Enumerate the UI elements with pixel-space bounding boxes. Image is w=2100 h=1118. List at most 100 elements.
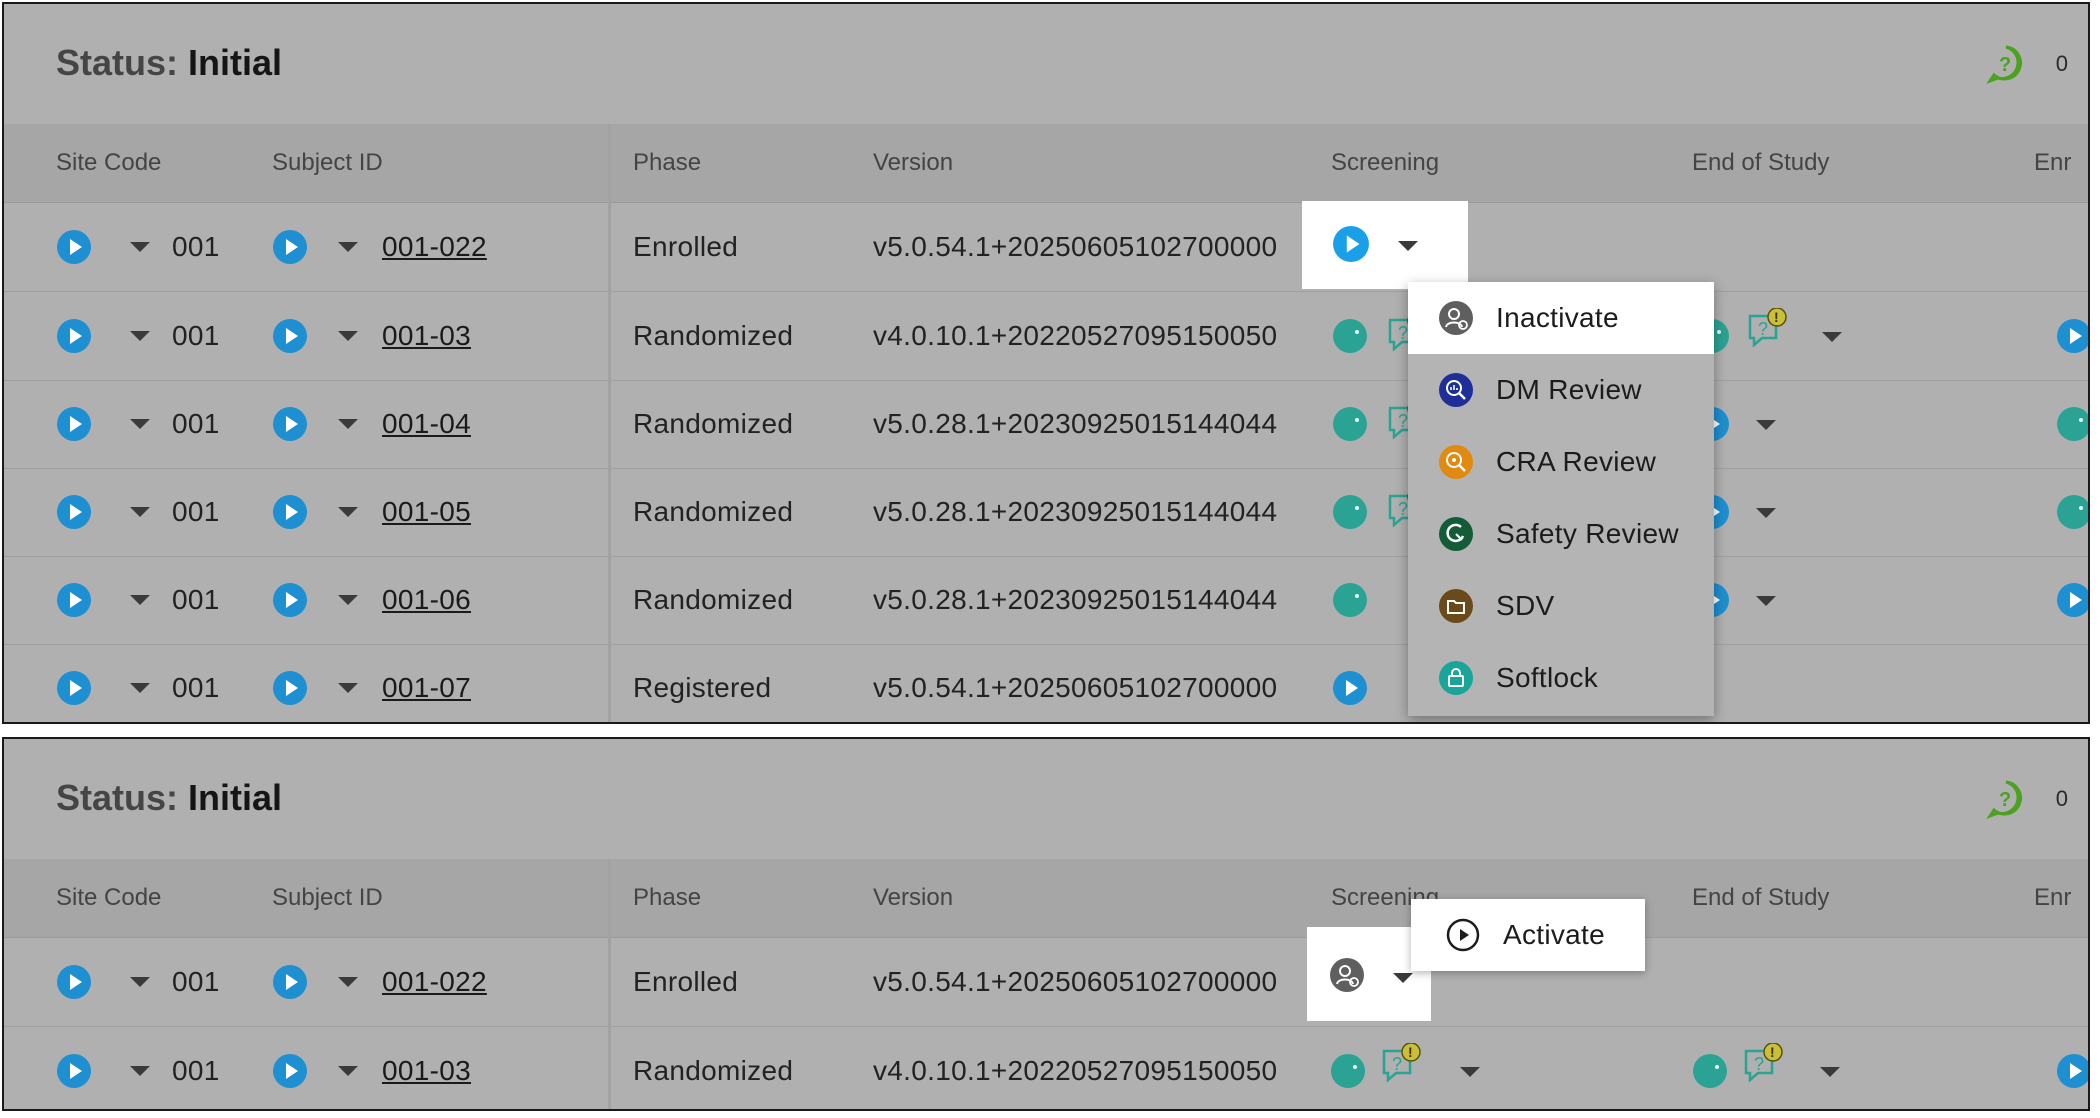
play-icon[interactable] (1332, 670, 1368, 706)
column-screening[interactable]: Screening (1331, 124, 1439, 202)
column-enrolled[interactable]: Enr (2034, 124, 2071, 202)
menu-item-safety-review[interactable]: Safety Review (1408, 498, 1714, 570)
subject-id-link[interactable]: 001-07 (382, 644, 471, 722)
play-icon[interactable] (2056, 582, 2090, 618)
subject-id-link[interactable]: 001-04 (382, 380, 471, 468)
chevron-down-icon[interactable] (130, 977, 150, 987)
moon-status-icon[interactable] (1332, 494, 1368, 530)
chevron-down-icon[interactable] (1756, 508, 1776, 518)
column-version[interactable]: Version (873, 859, 953, 937)
column-end-of-study[interactable]: End of Study (1692, 859, 1829, 937)
comment-question-icon[interactable]: ? (1985, 779, 2026, 819)
query-warning-icon[interactable] (1744, 308, 1788, 352)
play-icon[interactable] (272, 229, 308, 265)
subject-action[interactable] (272, 380, 358, 468)
play-icon[interactable] (272, 494, 308, 530)
subject-action[interactable] (272, 644, 358, 724)
moon-status-icon[interactable] (1332, 318, 1368, 354)
subject-action[interactable] (272, 1027, 358, 1111)
subject-action[interactable] (272, 203, 358, 291)
menu-item-dm-review[interactable]: DM Review (1408, 354, 1714, 426)
moon-status-icon[interactable] (2056, 406, 2090, 442)
inactive-user-icon[interactable] (1329, 957, 1365, 993)
chevron-down-icon[interactable] (130, 1066, 150, 1076)
site-action[interactable] (56, 938, 150, 1026)
subject-action[interactable] (272, 938, 358, 1026)
chevron-down-icon[interactable] (130, 242, 150, 252)
comment-question-icon[interactable]: ? (1985, 44, 2026, 84)
chevron-down-icon[interactable] (1393, 973, 1413, 983)
play-icon[interactable] (56, 964, 92, 1000)
subject-action[interactable] (272, 468, 358, 556)
moon-status-icon[interactable] (1330, 1053, 1366, 1089)
column-site-code[interactable]: Site Code (56, 124, 161, 202)
play-icon[interactable] (56, 229, 92, 265)
chevron-down-icon[interactable] (338, 419, 358, 429)
column-phase[interactable]: Phase (633, 859, 701, 937)
site-action[interactable] (56, 1027, 150, 1111)
chevron-down-icon[interactable] (1460, 1067, 1480, 1077)
column-site-code[interactable]: Site Code (56, 859, 161, 937)
query-warning-icon[interactable] (1378, 1043, 1422, 1087)
moon-status-icon[interactable] (1332, 406, 1368, 442)
play-icon[interactable] (2056, 1053, 2090, 1089)
chevron-down-icon[interactable] (1822, 332, 1842, 342)
subject-action[interactable] (272, 292, 358, 380)
chevron-down-icon[interactable] (1756, 420, 1776, 430)
moon-status-icon[interactable] (1692, 1053, 1728, 1089)
column-enrolled[interactable]: Enr (2034, 859, 2071, 937)
site-action[interactable] (56, 292, 150, 380)
play-icon[interactable] (272, 582, 308, 618)
subject-action[interactable] (272, 556, 358, 644)
moon-status-icon[interactable] (1332, 582, 1368, 618)
site-action[interactable] (56, 468, 150, 556)
chevron-down-icon[interactable] (338, 683, 358, 693)
chevron-down-icon[interactable] (338, 977, 358, 987)
play-icon[interactable] (272, 318, 308, 354)
play-icon[interactable] (56, 670, 92, 706)
chevron-down-icon[interactable] (1398, 241, 1418, 251)
chevron-down-icon[interactable] (1820, 1067, 1840, 1077)
chevron-down-icon[interactable] (130, 419, 150, 429)
subject-id-link[interactable]: 001-05 (382, 468, 471, 556)
menu-item-sdv[interactable]: SDV (1408, 570, 1714, 642)
comment-indicator[interactable]: ? 0 (1985, 44, 2068, 84)
subject-id-link[interactable]: 001-03 (382, 1027, 471, 1109)
menu-item-inactivate[interactable]: Inactivate (1408, 282, 1714, 354)
chevron-down-icon[interactable] (130, 507, 150, 517)
chevron-down-icon[interactable] (338, 1066, 358, 1076)
menu-item-softlock[interactable]: Softlock (1408, 642, 1714, 714)
column-version[interactable]: Version (873, 124, 953, 202)
play-icon[interactable] (56, 1053, 92, 1089)
play-icon[interactable] (56, 318, 92, 354)
column-phase[interactable]: Phase (633, 124, 701, 202)
site-action[interactable] (56, 203, 150, 291)
play-icon[interactable] (272, 406, 308, 442)
play-icon[interactable] (272, 670, 308, 706)
play-icon[interactable] (2056, 318, 2090, 354)
query-warning-icon[interactable] (1740, 1043, 1784, 1087)
subject-id-link[interactable]: 001-022 (382, 938, 487, 1026)
chevron-down-icon[interactable] (130, 683, 150, 693)
menu-item-cra-review[interactable]: CRA Review (1408, 426, 1714, 498)
column-subject-id[interactable]: Subject ID (272, 124, 383, 202)
play-icon[interactable] (1332, 225, 1370, 263)
site-action[interactable] (56, 644, 150, 724)
moon-status-icon[interactable] (2056, 494, 2090, 530)
chevron-down-icon[interactable] (338, 507, 358, 517)
play-icon[interactable] (272, 964, 308, 1000)
play-icon[interactable] (56, 582, 92, 618)
subject-id-link[interactable]: 001-03 (382, 292, 471, 380)
chevron-down-icon[interactable] (130, 595, 150, 605)
play-icon[interactable] (56, 494, 92, 530)
activate-menu-item[interactable]: Activate (1411, 899, 1645, 971)
chevron-down-icon[interactable] (338, 331, 358, 341)
chevron-down-icon[interactable] (130, 331, 150, 341)
comment-indicator[interactable]: ? 0 (1985, 779, 2068, 819)
chevron-down-icon[interactable] (338, 595, 358, 605)
play-icon[interactable] (56, 406, 92, 442)
chevron-down-icon[interactable] (1756, 596, 1776, 606)
column-subject-id[interactable]: Subject ID (272, 859, 383, 937)
subject-id-link[interactable]: 001-06 (382, 556, 471, 644)
site-action[interactable] (56, 380, 150, 468)
